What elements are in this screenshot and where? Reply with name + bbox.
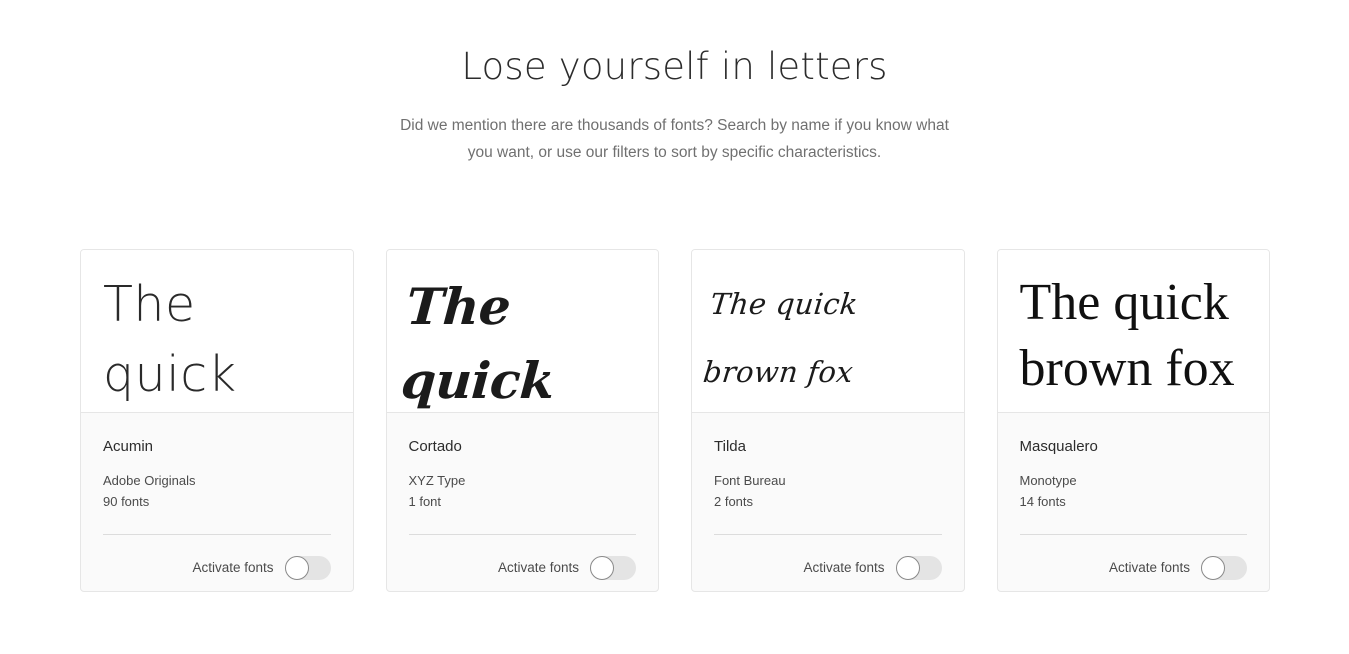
page-title: Lose yourself in letters bbox=[461, 45, 888, 88]
font-card-info: Masqualero Monotype 14 fonts Activate fo… bbox=[998, 413, 1270, 591]
font-card-grid: The quick brown fox Acumin Adobe Origina… bbox=[80, 249, 1270, 592]
activate-fonts-label: Activate fonts bbox=[803, 560, 885, 575]
activate-fonts-label: Activate fonts bbox=[1108, 560, 1190, 575]
page-header: Lose yourself in letters Did we mention … bbox=[0, 0, 1349, 166]
font-family-name: Cortado bbox=[408, 438, 462, 455]
font-preview: The quick brown fox jumps over the lazy bbox=[692, 250, 964, 413]
font-family-name: Tilda bbox=[714, 438, 746, 455]
font-count: 90 fonts bbox=[103, 494, 150, 509]
font-count: 1 font bbox=[408, 494, 442, 509]
font-family-name: Acumin bbox=[103, 438, 154, 455]
toggle-knob bbox=[590, 556, 614, 580]
activate-fonts-row: Activate fonts bbox=[1020, 556, 1247, 580]
font-foundry: Monotype bbox=[1019, 473, 1077, 488]
font-card-info: Cortado XYZ Type 1 font Activate fonts bbox=[387, 413, 659, 591]
toggle-knob bbox=[284, 556, 309, 580]
font-card-meta: Font Bureau 2 fonts bbox=[714, 470, 942, 512]
font-card-meta: Adobe Originals 90 fonts bbox=[103, 470, 331, 512]
font-card-info: Acumin Adobe Originals 90 fonts Activate… bbox=[81, 413, 353, 591]
activate-fonts-row: Activate fonts bbox=[409, 556, 636, 580]
toggle-knob bbox=[895, 556, 920, 580]
font-card-meta: XYZ Type 1 font bbox=[409, 470, 637, 512]
page-subtitle: Did we mention there are thousands of fo… bbox=[400, 117, 949, 162]
activate-fonts-toggle[interactable] bbox=[284, 556, 331, 580]
font-preview-text: The quick brown fox bbox=[1019, 274, 1235, 397]
activate-fonts-row: Activate fonts bbox=[714, 556, 942, 580]
divider bbox=[408, 534, 636, 535]
toggle-knob bbox=[1201, 556, 1225, 580]
font-browse-page: Lose yourself in letters Did we mention … bbox=[0, 0, 1349, 654]
font-foundry: Adobe Originals bbox=[103, 473, 196, 488]
font-card-meta: Monotype 14 fonts bbox=[1020, 470, 1248, 512]
font-foundry: XYZ Type bbox=[408, 473, 466, 488]
font-card[interactable]: The quick brown fox Acumin Adobe Origina… bbox=[80, 249, 354, 592]
activate-fonts-toggle[interactable] bbox=[590, 556, 636, 580]
font-card[interactable]: The quick brown fox jumps Cortado XYZ Ty… bbox=[385, 249, 659, 592]
font-card[interactable]: The quick brown fox jumps over the lazy … bbox=[691, 249, 965, 592]
font-family-name: Masqualero bbox=[1019, 438, 1098, 455]
font-card[interactable]: The quick brown fox Masqualero Monotype … bbox=[996, 249, 1270, 592]
divider bbox=[103, 534, 331, 535]
font-count: 14 fonts bbox=[1019, 494, 1066, 509]
font-card-info: Tilda Font Bureau 2 fonts Activate fonts bbox=[692, 413, 964, 591]
activate-fonts-row: Activate fonts bbox=[103, 556, 331, 580]
font-preview: The quick brown fox bbox=[997, 250, 1269, 413]
font-foundry: Font Bureau bbox=[714, 473, 786, 488]
activate-fonts-label: Activate fonts bbox=[497, 560, 579, 575]
divider bbox=[714, 534, 942, 535]
font-count: 2 fonts bbox=[714, 494, 754, 509]
activate-fonts-label: Activate fonts bbox=[192, 560, 274, 575]
activate-fonts-toggle[interactable] bbox=[895, 556, 942, 580]
font-preview: The quick brown fox jumps bbox=[386, 250, 658, 413]
font-preview-text: The quick brown fox bbox=[103, 276, 237, 403]
activate-fonts-toggle[interactable] bbox=[1201, 556, 1247, 580]
font-preview: The quick brown fox bbox=[81, 250, 353, 413]
font-preview-text: The quick brown fox jumps bbox=[398, 277, 556, 410]
font-preview-text: The quick brown fox jumps over the lazy bbox=[701, 287, 860, 389]
divider bbox=[1019, 534, 1247, 535]
